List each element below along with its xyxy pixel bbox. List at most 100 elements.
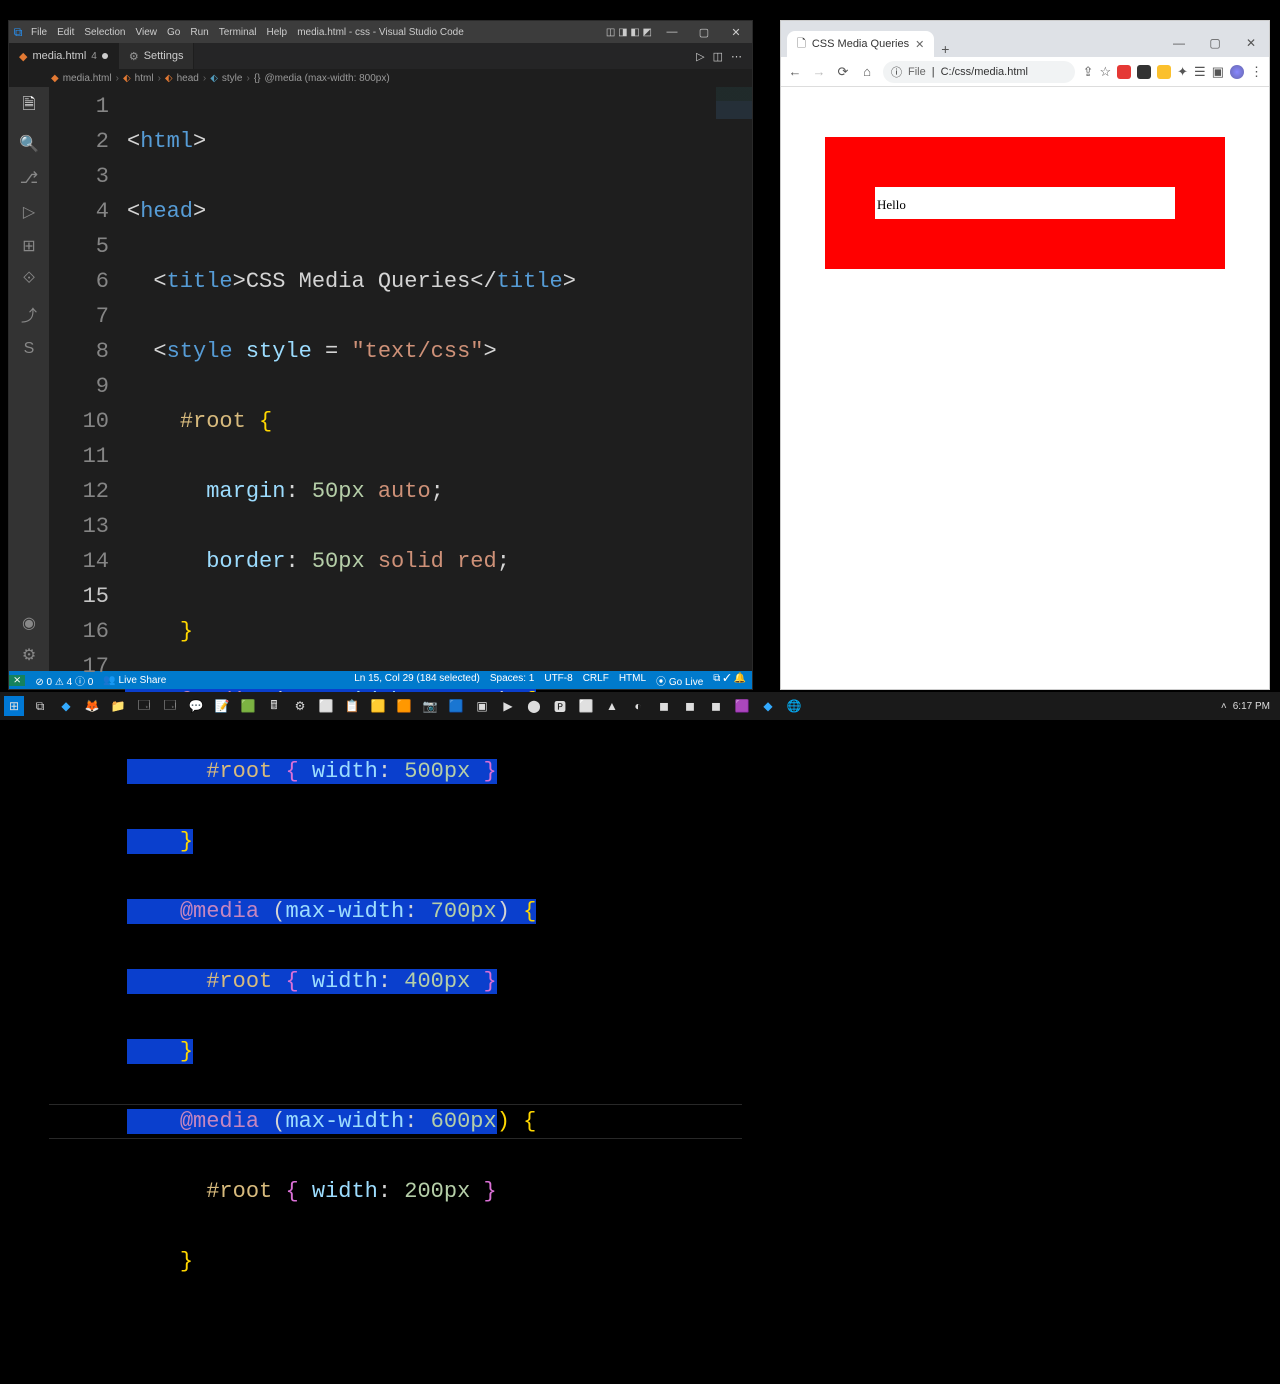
- taskbar-app-icon[interactable]: 🌐: [784, 696, 804, 716]
- split-editor-icon[interactable]: ◫: [713, 50, 723, 63]
- extensions-icon[interactable]: ✦: [1177, 64, 1188, 80]
- taskbar-app-icon[interactable]: 📷: [420, 696, 440, 716]
- taskbar-app-icon[interactable]: ◆: [56, 696, 76, 716]
- remote-indicator[interactable]: ⨯: [9, 675, 25, 686]
- menu-go[interactable]: Go: [167, 27, 180, 38]
- taskbar-app-icon[interactable]: ⚙: [290, 696, 310, 716]
- menu-selection[interactable]: Selection: [84, 27, 125, 38]
- taskbar-app-icon[interactable]: 📋: [342, 696, 362, 716]
- taskbar-app-icon[interactable]: 🗔: [160, 696, 180, 716]
- avatar[interactable]: [1230, 65, 1244, 79]
- accounts-icon[interactable]: ◉: [22, 613, 36, 633]
- vscode-window: ⧉ File Edit Selection View Go Run Termin…: [8, 20, 753, 690]
- explorer-icon[interactable]: 🗎: [23, 93, 36, 120]
- taskbar-app-icon[interactable]: ◐: [628, 696, 648, 716]
- taskbar-app-icon[interactable]: 💬: [186, 696, 206, 716]
- minimap[interactable]: [716, 87, 752, 671]
- taskbar-app-icon[interactable]: 🟨: [368, 696, 388, 716]
- close-icon[interactable]: ✕: [720, 26, 752, 39]
- minimize-icon[interactable]: —: [656, 26, 688, 39]
- breadcrumb-item[interactable]: html: [135, 73, 154, 84]
- home-icon[interactable]: ⌂: [859, 64, 875, 79]
- taskbar-app-icon[interactable]: 🗔: [134, 696, 154, 716]
- breadcrumb-item[interactable]: head: [177, 73, 199, 84]
- share-icon[interactable]: ⇪: [1083, 64, 1094, 80]
- taskbar-app-icon[interactable]: ⬜: [576, 696, 596, 716]
- tab-media-html[interactable]: ◆ media.html 4: [9, 43, 119, 69]
- menu-edit[interactable]: Edit: [57, 27, 74, 38]
- extension-icon[interactable]: [1157, 65, 1171, 79]
- taskbar-app-icon[interactable]: 📁: [108, 696, 128, 716]
- reload-icon[interactable]: ⟳: [835, 64, 851, 80]
- taskbar-app-icon[interactable]: 🟧: [394, 696, 414, 716]
- taskbar-app-icon[interactable]: 🟪: [732, 696, 752, 716]
- line-gutter: 123 456 789 101112 131415 1617: [49, 87, 127, 671]
- maximize-icon[interactable]: ▢: [1197, 29, 1233, 57]
- menu-view[interactable]: View: [136, 27, 158, 38]
- star-icon[interactable]: ☆: [1099, 64, 1111, 80]
- taskbar-app-icon[interactable]: ◆: [758, 696, 778, 716]
- browser-tab[interactable]: 🗋 CSS Media Queries ✕: [787, 31, 934, 57]
- run-icon[interactable]: ▷: [696, 50, 704, 63]
- new-tab-button[interactable]: +: [934, 41, 956, 57]
- maximize-icon[interactable]: ▢: [688, 26, 720, 39]
- layout-icons[interactable]: ◫ ◨ ◧ ◩: [606, 27, 652, 38]
- clock[interactable]: 6:17 PM: [1233, 701, 1270, 712]
- menu-file[interactable]: File: [31, 27, 47, 38]
- activity-bar: 🗎 🔍 ⎇ ▷ ⊞ ⟐ ⤴ S ◉ ⚙: [9, 87, 49, 671]
- taskbar-app-icon[interactable]: 🟩: [238, 696, 258, 716]
- taskbar-app-icon[interactable]: ⬤: [524, 696, 544, 716]
- settings-gear-icon[interactable]: ⚙: [22, 645, 36, 665]
- breadcrumb-item[interactable]: style: [222, 73, 243, 84]
- taskbar-app-icon[interactable]: 🖩: [264, 696, 284, 716]
- s-icon[interactable]: S: [24, 340, 35, 358]
- extensions-icon[interactable]: ⊞: [22, 236, 35, 256]
- taskbar-app-icon[interactable]: ▶: [498, 696, 518, 716]
- extension-icon[interactable]: [1137, 65, 1151, 79]
- back-icon[interactable]: ←: [787, 64, 803, 79]
- minimize-icon[interactable]: —: [1161, 29, 1197, 57]
- system-tray[interactable]: ˄ 6:17 PM: [1221, 701, 1276, 712]
- tab-label: media.html: [32, 50, 86, 62]
- taskbar-app-icon[interactable]: 🦊: [82, 696, 102, 716]
- taskbar-app-icon[interactable]: 🟦: [446, 696, 466, 716]
- forward-icon[interactable]: →: [811, 64, 827, 79]
- code-content[interactable]: <html> <head> <title>CSS Media Queries</…: [127, 87, 752, 671]
- taskbar-app-icon[interactable]: ▣: [472, 696, 492, 716]
- taskbar-app-icon[interactable]: 📝: [212, 696, 232, 716]
- menu-run[interactable]: Run: [190, 27, 208, 38]
- taskbar-app-icon[interactable]: ◼: [706, 696, 726, 716]
- search-icon[interactable]: 🔍: [19, 134, 39, 154]
- taskbar-app-icon[interactable]: ▲: [602, 696, 622, 716]
- taskbar-app-icon[interactable]: ◼: [654, 696, 674, 716]
- task-view-icon[interactable]: ⧉: [30, 696, 50, 716]
- run-debug-icon[interactable]: ▷: [23, 202, 35, 222]
- close-tab-icon[interactable]: ✕: [915, 38, 924, 51]
- taskbar-app-icon[interactable]: 🅿: [550, 696, 570, 716]
- code-editor[interactable]: 123 456 789 101112 131415 1617 <html> <h…: [49, 87, 752, 671]
- taskbar-app-icon[interactable]: ◼: [680, 696, 700, 716]
- breadcrumb-item[interactable]: @media (max-width: 800px): [265, 73, 390, 84]
- window-title: media.html - css - Visual Studio Code: [297, 27, 464, 38]
- tray-chevron-icon[interactable]: ˄: [1221, 701, 1227, 712]
- menu-terminal[interactable]: Terminal: [219, 27, 257, 38]
- taskbar-app-icon[interactable]: ⬜: [316, 696, 336, 716]
- menu-help[interactable]: Help: [267, 27, 288, 38]
- close-icon[interactable]: ✕: [1233, 29, 1269, 57]
- breadcrumb-item[interactable]: media.html: [63, 73, 112, 84]
- share-icon[interactable]: ⤴: [21, 302, 37, 326]
- menu-bar: File Edit Selection View Go Run Terminal…: [27, 27, 287, 38]
- reading-list-icon[interactable]: ☰: [1194, 64, 1206, 80]
- address-bar[interactable]: ⓘ File | C:/css/media.html: [883, 61, 1075, 83]
- breadcrumb[interactable]: ◆ media.html ›⬖ html ›⬖ head ›⬖ style ›{…: [9, 69, 752, 87]
- start-button[interactable]: ⊞: [4, 696, 24, 716]
- tab-settings[interactable]: ⚙ Settings: [119, 43, 195, 69]
- modified-dot-icon: [102, 53, 108, 59]
- window-icon[interactable]: ▣: [1212, 64, 1224, 80]
- menu-icon[interactable]: ⋮: [1250, 64, 1263, 80]
- more-icon[interactable]: ⋯: [731, 50, 742, 63]
- source-control-icon[interactable]: ⎇: [20, 168, 38, 188]
- extension-icon[interactable]: [1117, 65, 1131, 79]
- bookmark-icon[interactable]: ⟐: [23, 270, 36, 288]
- info-icon[interactable]: ⓘ: [891, 64, 902, 80]
